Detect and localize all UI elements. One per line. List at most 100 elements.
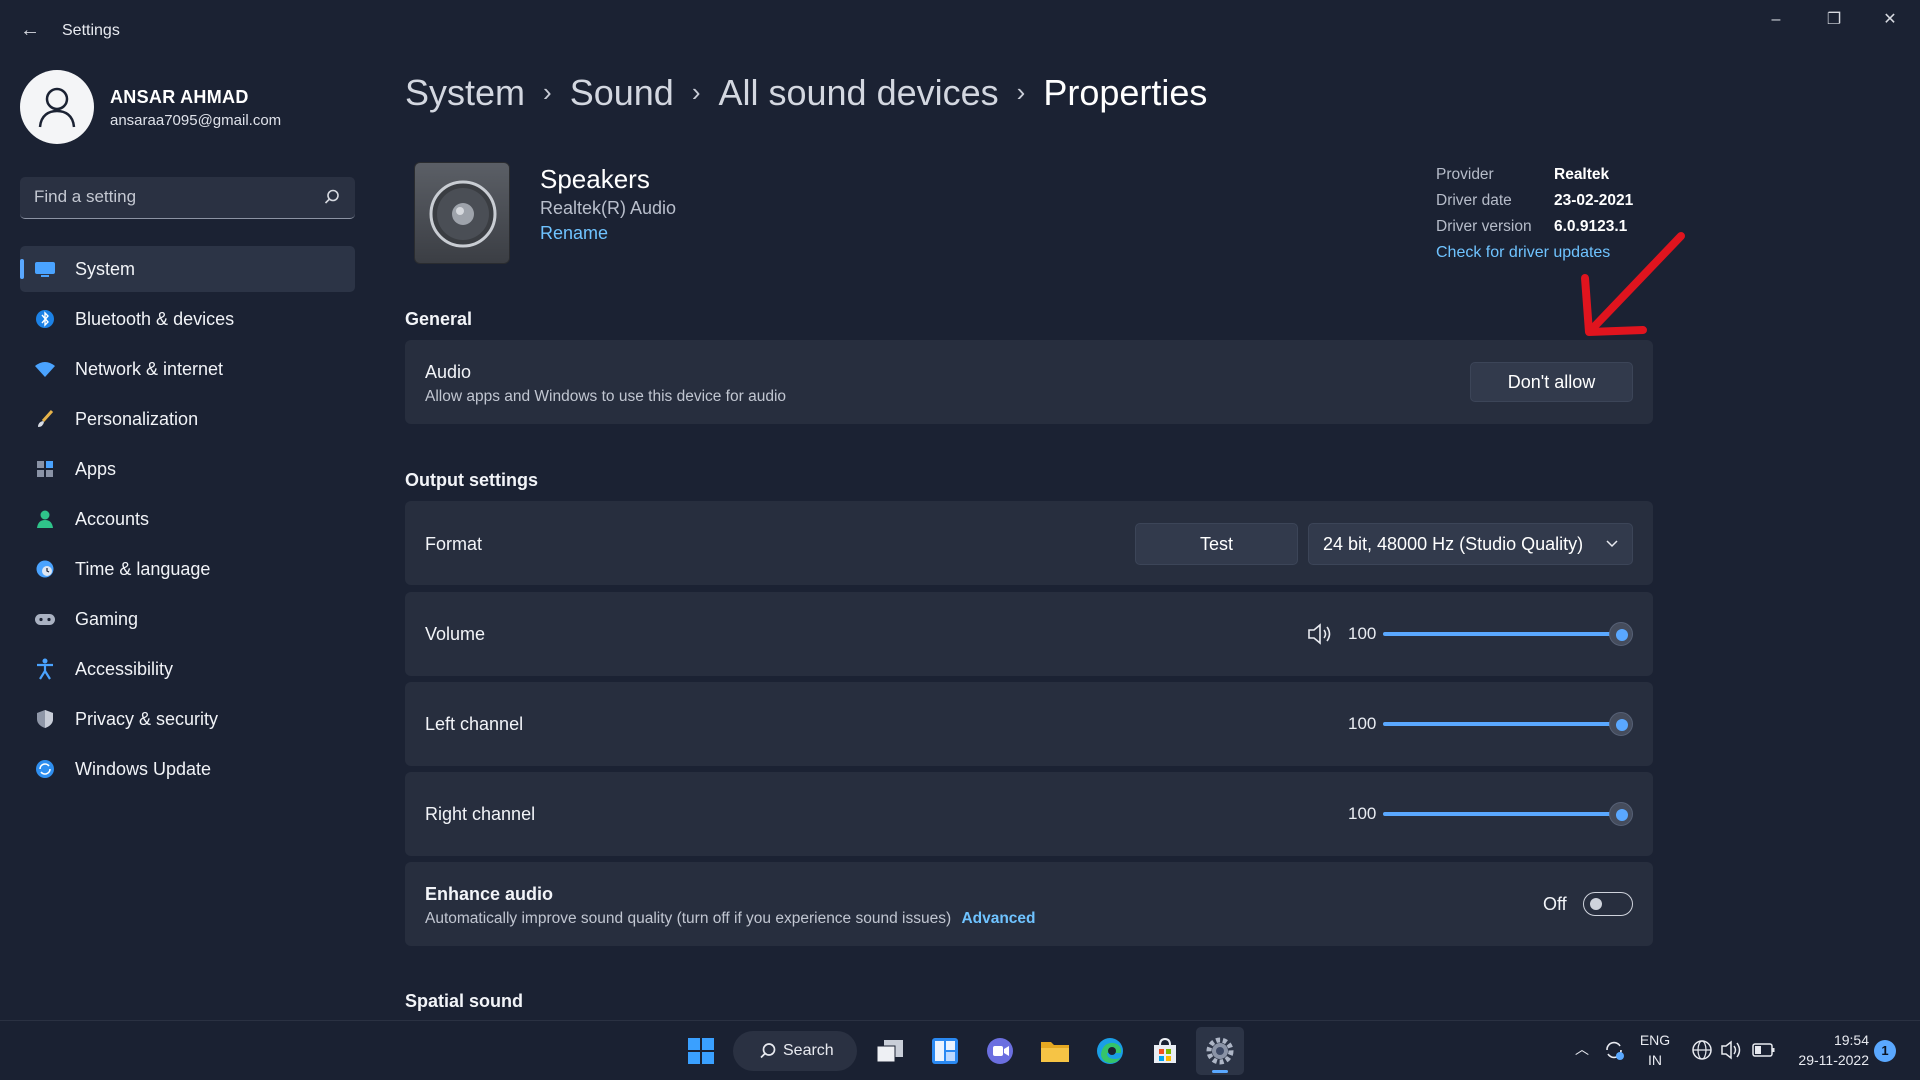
- sidebar-item-bluetooth[interactable]: Bluetooth & devices: [20, 296, 355, 342]
- breadcrumb: System › Sound › All sound devices › Propertie…: [405, 72, 1207, 114]
- format-value: 24 bit, 48000 Hz (Studio Quality): [1323, 534, 1584, 554]
- left-channel-card: Left channel 100: [405, 682, 1653, 766]
- audio-description: Allow apps and Windows to use this devic…: [425, 388, 787, 405]
- breadcrumb-item-system[interactable]: System: [405, 72, 525, 114]
- audio-title: Audio: [425, 362, 472, 382]
- avatar[interactable]: [20, 70, 94, 144]
- window-title: Settings: [62, 22, 120, 39]
- sidebar-item-label: Bluetooth & devices: [75, 309, 235, 329]
- sidebar-item-network[interactable]: Network & internet: [20, 346, 355, 392]
- user-name: ANSAR AHMAD: [110, 87, 249, 107]
- advanced-link[interactable]: Advanced: [961, 910, 1035, 927]
- volume-value: 100: [1348, 624, 1377, 643]
- search-icon: [760, 1043, 776, 1059]
- user-profile[interactable]: ANSAR AHMAD ansaraa7095@gmail.com: [20, 70, 360, 146]
- breadcrumb-item-all-sound-devices[interactable]: All sound devices: [718, 72, 998, 114]
- audio-card: Audio Allow apps and Windows to use this…: [405, 340, 1653, 424]
- search-icon[interactable]: [323, 188, 341, 206]
- chevron-up-icon[interactable]: ︿: [1575, 1039, 1593, 1057]
- slider-thumb[interactable]: [1609, 802, 1633, 826]
- page-title: Properties: [1043, 72, 1208, 113]
- sidebar-item-time-language[interactable]: Time & language: [20, 546, 355, 592]
- close-icon[interactable]: ✕: [1862, 6, 1918, 34]
- provider-value: Realtek: [1554, 166, 1610, 183]
- format-label: Format: [425, 534, 483, 554]
- speaker-icon: [414, 162, 510, 264]
- general-section-title: General: [405, 309, 473, 329]
- task-view-icon[interactable]: [866, 1027, 914, 1075]
- right-channel-slider[interactable]: [1383, 802, 1633, 826]
- teams-chat-icon[interactable]: [976, 1027, 1024, 1075]
- device-name: Speakers: [540, 164, 650, 194]
- speaker-volume-icon[interactable]: [1307, 622, 1335, 646]
- title-bar: ← Settings – ❐ ✕: [0, 0, 1920, 62]
- left-channel-slider[interactable]: [1383, 712, 1633, 736]
- restore-icon[interactable]: ❐: [1806, 6, 1862, 34]
- network-globe-icon[interactable]: [1691, 1039, 1713, 1061]
- minimize-icon[interactable]: –: [1748, 6, 1804, 34]
- sidebar-item-accessibility[interactable]: Accessibility: [20, 646, 355, 692]
- language-bottom[interactable]: IN: [1635, 1052, 1675, 1068]
- sidebar-item-personalization[interactable]: Personalization: [20, 396, 355, 442]
- sidebar-item-label: System: [75, 259, 136, 279]
- person-avatar-icon: [38, 87, 76, 128]
- sidebar-item-windows-update[interactable]: Windows Update: [20, 746, 355, 792]
- sync-icon[interactable]: [1602, 1038, 1626, 1062]
- clock-date[interactable]: 29-11-2022: [1789, 1052, 1869, 1068]
- right-channel-label: Right channel: [425, 804, 536, 824]
- back-arrow-icon[interactable]: ←: [18, 18, 42, 42]
- taskbar-search-label: Search: [783, 1042, 834, 1059]
- enhance-audio-description: Automatically improve sound quality (tur…: [425, 910, 1036, 928]
- volume-tray-icon[interactable]: [1720, 1039, 1744, 1061]
- sidebar-item-label: Time & language: [75, 559, 211, 579]
- toggle-knob: [1590, 898, 1602, 910]
- microsoft-store-icon[interactable]: [1141, 1027, 1189, 1075]
- file-explorer-icon[interactable]: [1031, 1027, 1079, 1075]
- wifi-icon: [34, 358, 56, 380]
- slider-thumb[interactable]: [1609, 622, 1633, 646]
- chevron-right-icon: ›: [691, 77, 701, 107]
- battery-icon[interactable]: [1752, 1041, 1776, 1059]
- sidebar-item-label: Accessibility: [75, 659, 174, 679]
- settings-search[interactable]: [20, 177, 355, 219]
- format-card: Format Test 24 bit, 48000 Hz (Studio Qua…: [405, 501, 1653, 585]
- sidebar-item-system[interactable]: System: [20, 246, 355, 292]
- widgets-icon[interactable]: [921, 1027, 969, 1075]
- sidebar-item-label: Personalization: [75, 409, 199, 429]
- settings-gear-icon[interactable]: [1196, 1027, 1244, 1075]
- left-channel-label: Left channel: [425, 714, 524, 734]
- sidebar-item-label: Privacy & security: [75, 709, 219, 729]
- language-top[interactable]: ENG: [1635, 1032, 1675, 1048]
- start-windows-icon[interactable]: [677, 1027, 725, 1075]
- notification-badge[interactable]: 1: [1874, 1040, 1896, 1062]
- right-channel-value: 100: [1348, 804, 1377, 823]
- dont-allow-button[interactable]: Don't allow: [1470, 362, 1633, 402]
- slider-thumb[interactable]: [1609, 712, 1633, 736]
- red-arrow-annotation-icon: [1581, 232, 1685, 336]
- enhance-audio-toggle[interactable]: [1583, 892, 1633, 916]
- rename-link[interactable]: Rename: [540, 223, 608, 244]
- shield-icon: [34, 708, 56, 730]
- taskbar-search[interactable]: Search: [733, 1031, 857, 1071]
- bluetooth-icon: [34, 308, 56, 330]
- driver-date-label: Driver date: [1436, 192, 1512, 209]
- format-dropdown[interactable]: 24 bit, 48000 Hz (Studio Quality): [1308, 523, 1633, 565]
- clock-time[interactable]: 19:54: [1789, 1032, 1869, 1048]
- monitor-icon: [34, 258, 56, 280]
- spatial-sound-section-title: Spatial sound: [405, 991, 524, 1011]
- sidebar-item-accounts[interactable]: Accounts: [20, 496, 355, 542]
- sidebar-item-apps[interactable]: Apps: [20, 446, 355, 492]
- accessibility-icon: [34, 658, 56, 680]
- enhance-audio-card: Enhance audio Automatically improve soun…: [405, 862, 1653, 946]
- sidebar-item-privacy[interactable]: Privacy & security: [20, 696, 355, 742]
- sidebar-item-label: Network & internet: [75, 359, 224, 379]
- sidebar-item-gaming[interactable]: Gaming: [20, 596, 355, 642]
- person-icon: [34, 508, 56, 530]
- test-button[interactable]: Test: [1135, 523, 1298, 565]
- volume-slider[interactable]: [1383, 622, 1633, 646]
- search-input[interactable]: [34, 187, 314, 207]
- provider-label: Provider: [1436, 166, 1494, 183]
- enhance-audio-title: Enhance audio: [425, 884, 554, 904]
- breadcrumb-item-sound[interactable]: Sound: [570, 72, 674, 114]
- edge-browser-icon[interactable]: [1086, 1027, 1134, 1075]
